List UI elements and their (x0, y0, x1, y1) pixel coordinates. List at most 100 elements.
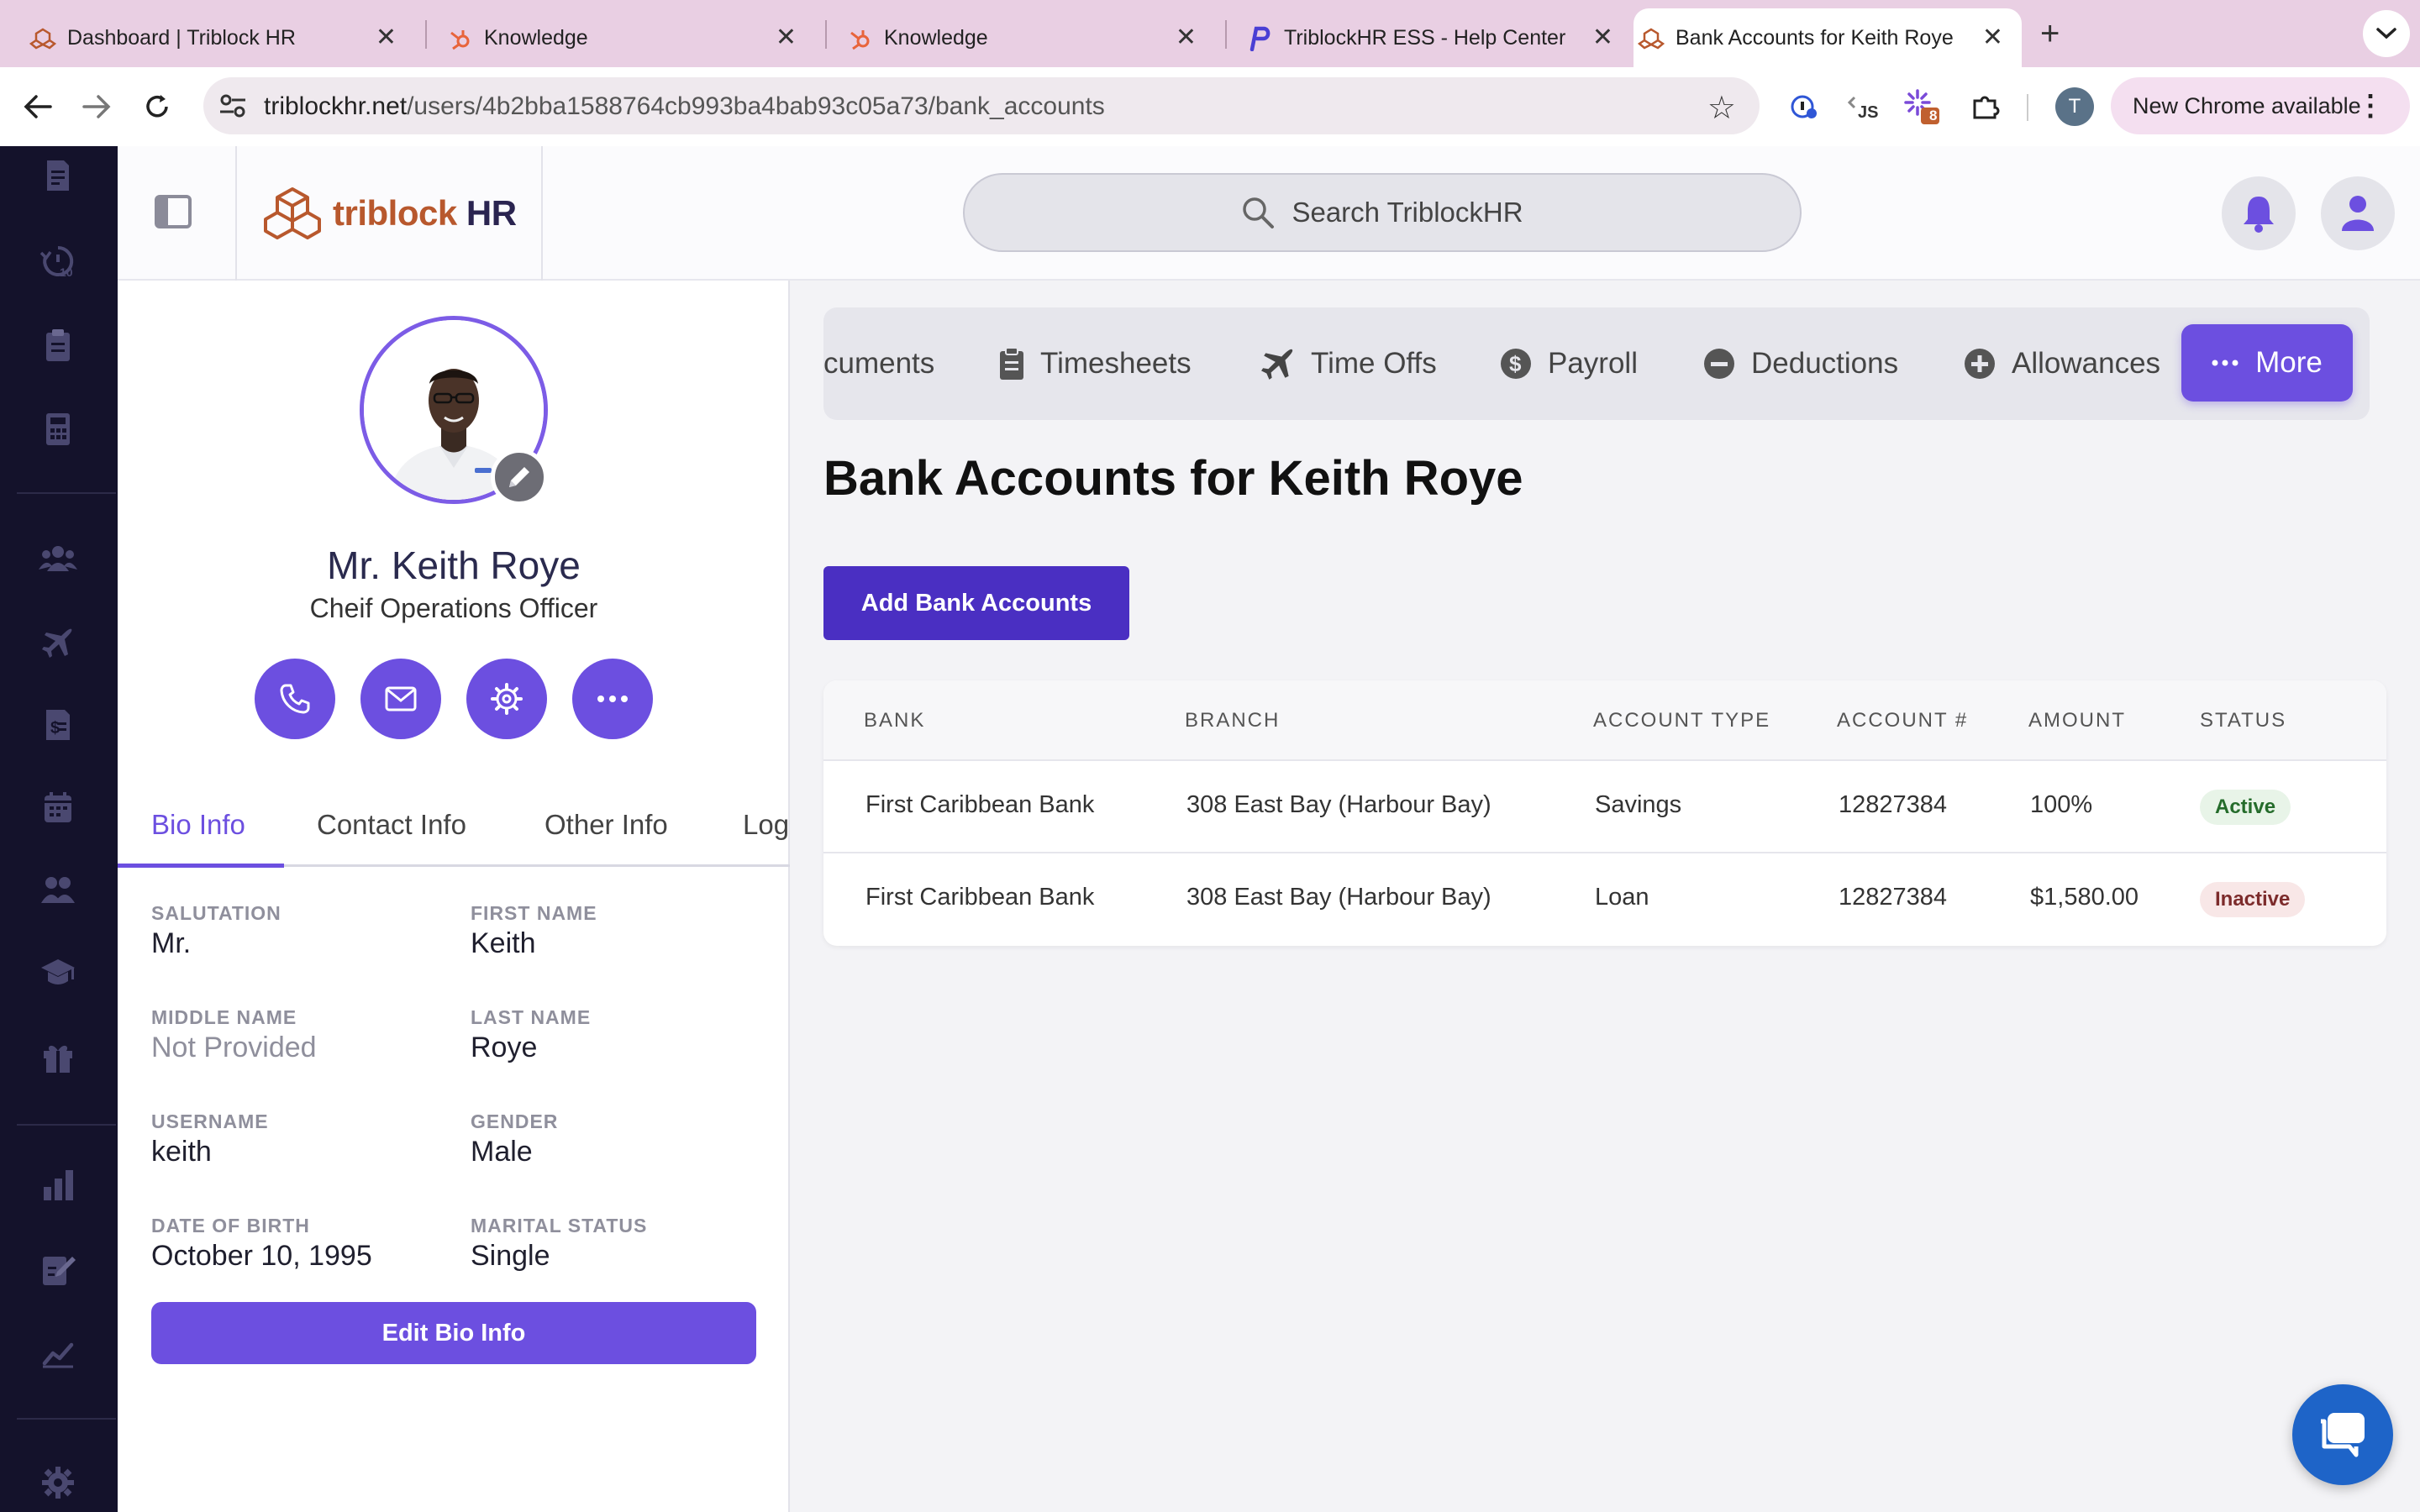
logo-hr: HR (466, 193, 517, 233)
column-header-account-number[interactable]: ACCOUNT # (1837, 709, 1968, 732)
subnav-label: Deductions (1751, 347, 1899, 380)
gear-icon[interactable] (34, 1458, 82, 1507)
tab-title: Bank Accounts for Keith Roye (1676, 25, 1954, 50)
search-icon (1243, 197, 1275, 228)
call-button[interactable] (255, 659, 335, 739)
cell-branch: 308 East Bay (Harbour Bay) (1186, 791, 1491, 818)
plane-icon[interactable] (34, 618, 82, 667)
subnav-timesheets[interactable]: Timesheets (998, 307, 1192, 420)
users-icon[interactable] (34, 534, 82, 583)
triblock-logo[interactable]: triblock HR (260, 183, 517, 244)
user-menu-button[interactable] (2321, 176, 2395, 250)
site-settings-icon[interactable] (218, 92, 247, 123)
column-header-bank[interactable]: BANK (864, 709, 925, 732)
subnav-time-offs[interactable]: Time Offs (1260, 307, 1437, 420)
sidebar-toggle-icon[interactable] (155, 195, 192, 228)
tab-title: Dashboard | Triblock HR (67, 25, 296, 50)
chat-support-button[interactable] (2292, 1384, 2393, 1485)
column-header-amount[interactable]: AMOUNT (2028, 709, 2126, 732)
hubspot-favicon-icon (845, 28, 874, 50)
close-tab-icon[interactable]: ✕ (1982, 25, 2003, 50)
clock-10-icon[interactable]: 10 (34, 237, 82, 286)
clipboard-icon[interactable] (34, 321, 82, 370)
table-row[interactable]: First Caribbean Bank 308 East Bay (Harbo… (823, 761, 2386, 853)
header-divider (541, 146, 543, 281)
rail-divider (17, 1418, 116, 1420)
bar-chart-icon[interactable] (34, 1161, 82, 1210)
subnav-allowances[interactable]: Allowances (1963, 307, 2160, 420)
gift-icon[interactable] (34, 1033, 82, 1082)
document-icon[interactable] (34, 151, 82, 200)
url-path: /users/4b2bba1588764cb993ba4bab93c05a73/… (407, 92, 1105, 120)
global-search-input[interactable]: Search TriblockHR (963, 173, 1802, 252)
column-header-status[interactable]: STATUS (2200, 709, 2286, 732)
field-value-gender: Male (471, 1136, 533, 1168)
logo-wordmark: triblock HR (333, 193, 517, 234)
browser-tab-knowledge-2[interactable]: Knowledge ✕ (842, 8, 1220, 67)
url-text: triblockhr.net/users/4b2bba1588764cb993b… (264, 92, 1105, 121)
add-bank-accounts-button[interactable]: Add Bank Accounts (823, 566, 1129, 640)
browser-tab-dashboard[interactable]: Dashboard | Triblock HR ✕ (25, 8, 420, 67)
js-extension-icon[interactable]: JS (1842, 86, 1884, 128)
cell-amount: 100% (2030, 791, 2093, 818)
password-extension-icon[interactable] (1783, 86, 1825, 128)
team-icon[interactable] (34, 865, 82, 914)
notifications-button[interactable] (2222, 176, 2296, 250)
header-divider (235, 146, 237, 281)
close-tab-icon[interactable]: ✕ (776, 25, 797, 50)
app-header: triblock HR Search TriblockHR (118, 146, 2420, 281)
extension-count-badge: 8 (1929, 108, 1938, 123)
close-tab-icon[interactable]: ✕ (1592, 25, 1613, 50)
triblock-logo-mark-icon (264, 187, 321, 239)
table-row[interactable]: First Caribbean Bank 308 East Bay (Harbo… (823, 853, 2386, 946)
edit-avatar-button[interactable] (491, 449, 548, 506)
email-button[interactable] (360, 659, 441, 739)
subnav-label: cuments (823, 347, 935, 380)
status-badge: Active (2200, 790, 2291, 825)
id-card-icon[interactable]: $ (34, 701, 82, 749)
subnav-payroll[interactable]: $ Payroll (1499, 307, 1638, 420)
graduation-cap-icon[interactable] (34, 949, 82, 998)
tab-title: TriblockHR ESS - Help Center (1284, 25, 1566, 50)
close-tab-icon[interactable]: ✕ (376, 25, 397, 50)
address-bar[interactable]: triblockhr.net/users/4b2bba1588764cb993b… (203, 77, 1760, 134)
calendar-icon[interactable] (34, 783, 82, 832)
browser-profile-avatar[interactable]: T (2055, 87, 2094, 126)
calculator-icon[interactable] (34, 405, 82, 454)
extensions-puzzle-icon[interactable] (1965, 86, 2007, 128)
field-value-last-name: Roye (471, 1032, 538, 1063)
subnav-label: Allowances (2012, 347, 2161, 380)
column-header-branch[interactable]: BRANCH (1185, 709, 1280, 732)
more-actions-button[interactable] (572, 659, 653, 739)
tab-other-info[interactable]: Other Info (544, 783, 668, 867)
new-tab-button[interactable]: + (2040, 15, 2060, 53)
svg-text:JS: JS (1858, 103, 1878, 121)
settings-button[interactable] (466, 659, 547, 739)
forward-button[interactable] (77, 87, 116, 126)
reload-button[interactable] (138, 87, 176, 126)
browser-tab-help-center[interactable]: TriblockHR ESS - Help Center ✕ (1242, 8, 1637, 67)
burst-extension-icon[interactable]: 8 (1901, 86, 1943, 128)
field-label: USERNAME (151, 1110, 269, 1132)
chrome-update-button[interactable]: New Chrome available ⋮ (2111, 77, 2410, 134)
subnav-deductions[interactable]: Deductions (1702, 307, 1898, 420)
browser-tab-bank-accounts[interactable]: Bank Accounts for Keith Roye ✕ (1634, 8, 2022, 67)
edit-form-icon[interactable] (34, 1245, 82, 1294)
line-chart-icon[interactable] (34, 1329, 82, 1378)
subnav-more-button[interactable]: More (2181, 324, 2353, 402)
cell-account-number: 12827384 (1839, 791, 1948, 818)
subnav-documents[interactable]: cuments (823, 307, 934, 420)
pencil-icon (509, 467, 529, 487)
close-tab-icon[interactable]: ✕ (1176, 25, 1197, 50)
back-button[interactable] (18, 87, 57, 126)
field-label: DATE OF BIRTH (151, 1215, 310, 1236)
tab-contact-info[interactable]: Contact Info (317, 783, 466, 867)
bookmark-star-icon[interactable]: ☆ (1707, 89, 1736, 127)
cell-account-type: Savings (1595, 791, 1682, 818)
column-header-account-type[interactable]: ACCOUNT TYPE (1593, 709, 1770, 732)
edit-bio-info-button[interactable]: Edit Bio Info (151, 1302, 756, 1364)
browser-tab-knowledge-1[interactable]: Knowledge ✕ (442, 8, 820, 67)
tab-bio-info[interactable]: Bio Info (151, 783, 245, 867)
tab-search-button[interactable] (2363, 10, 2410, 57)
tab-log[interactable]: Log (743, 783, 789, 867)
